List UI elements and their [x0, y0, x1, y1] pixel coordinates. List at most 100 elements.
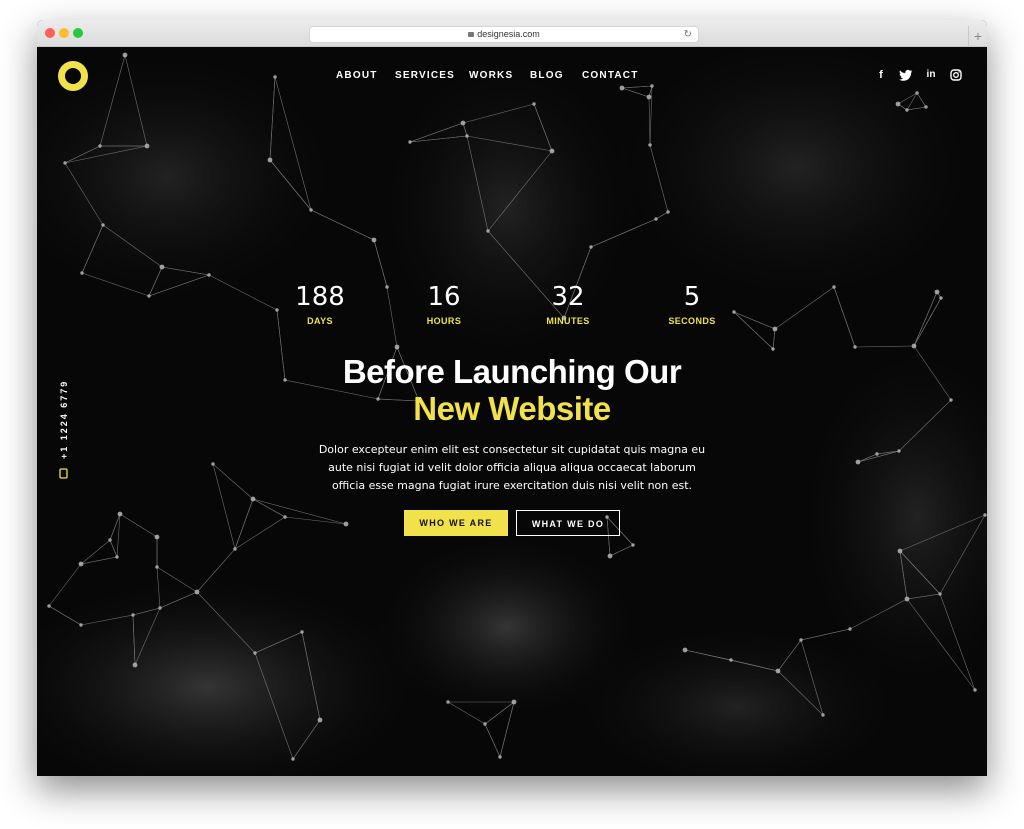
reload-icon[interactable]: ↻	[684, 27, 692, 42]
network-node	[915, 91, 919, 95]
network-node	[853, 345, 857, 349]
network-node	[924, 105, 928, 109]
nav-services[interactable]: SERVICES	[395, 70, 455, 81]
twitter-icon[interactable]	[899, 68, 913, 82]
network-node	[309, 208, 313, 212]
network-node	[631, 543, 635, 547]
network-node	[848, 627, 852, 631]
network-node	[385, 285, 389, 289]
zoom-window-button[interactable]	[73, 28, 83, 38]
url-text: designesia.com	[477, 29, 540, 39]
countdown-seconds-label: SECONDS	[668, 316, 716, 326]
address-bar[interactable]: designesia.com ↻	[309, 26, 699, 43]
network-node	[465, 134, 469, 138]
network-node	[771, 347, 775, 351]
network-node	[343, 521, 349, 527]
network-node	[155, 565, 159, 569]
nav-about[interactable]: ABOUT	[336, 70, 378, 81]
network-node	[131, 613, 135, 617]
network-node	[934, 289, 940, 295]
network-node	[775, 668, 781, 674]
hero-section: ABOUT SERVICES WORKS BLOG CONTACT f in +…	[37, 47, 987, 776]
network-node	[483, 722, 487, 726]
network-node	[911, 343, 917, 349]
nav-contact[interactable]: CONTACT	[582, 70, 639, 81]
countdown-days: 188 DAYS	[270, 282, 370, 326]
network-node	[267, 157, 273, 163]
network-node	[159, 264, 165, 270]
close-window-button[interactable]	[45, 28, 55, 38]
instagram-icon[interactable]	[949, 68, 963, 82]
phone-icon	[59, 468, 68, 479]
network-node	[207, 273, 211, 277]
network-node	[682, 647, 688, 653]
headline-line-2: New Website	[413, 390, 611, 427]
network-node	[147, 294, 151, 298]
network-node	[983, 513, 987, 517]
network-node	[589, 245, 593, 249]
network-node	[905, 108, 909, 112]
minimize-window-button[interactable]	[59, 28, 69, 38]
network-node	[108, 538, 112, 542]
network-node	[408, 140, 412, 144]
network-node	[144, 143, 150, 149]
countdown-minutes-label: MINUTES	[546, 316, 590, 326]
countdown-days-value: 188	[295, 282, 345, 312]
network-node	[666, 210, 670, 214]
network-node	[895, 101, 901, 107]
network-node	[938, 592, 942, 596]
countdown-hours-label: HOURS	[426, 316, 462, 326]
network-node	[211, 462, 215, 466]
network-node	[799, 638, 803, 642]
network-node	[904, 596, 910, 602]
network-node	[283, 515, 287, 519]
network-node	[371, 237, 377, 243]
network-node	[300, 630, 304, 634]
network-node	[158, 606, 162, 610]
network-node	[607, 553, 613, 559]
network-node	[273, 75, 277, 79]
network-node	[855, 459, 861, 465]
description-text: Dolor excepteur enim elit est consectetu…	[307, 441, 717, 495]
what-we-do-button[interactable]: WHAT WE DO	[516, 510, 620, 536]
countdown-seconds: 5 SECONDS	[642, 282, 742, 326]
countdown-hours: 16 HOURS	[394, 282, 494, 326]
network-node	[460, 120, 466, 126]
network-node	[511, 699, 517, 705]
description-line-2: aute nisi fugiat id velit dolor officia …	[328, 461, 696, 474]
network-node	[897, 548, 903, 554]
network-node	[650, 84, 654, 88]
nav-blog[interactable]: BLOG	[530, 70, 564, 81]
network-node	[821, 713, 825, 717]
network-node	[132, 662, 138, 668]
browser-titlebar: designesia.com ↻ +	[37, 20, 987, 47]
network-node	[80, 271, 84, 275]
site-logo[interactable]	[57, 60, 89, 92]
network-node	[78, 561, 84, 567]
description-line-3: officia esse magna fugiat irure exercita…	[331, 479, 693, 492]
nav-works[interactable]: WORKS	[469, 70, 513, 81]
browser-window: designesia.com ↻ + ABOUT SERVICES WORKS …	[37, 20, 987, 776]
network-node	[79, 623, 83, 627]
network-node	[939, 296, 943, 300]
countdown-hours-value: 16	[427, 282, 461, 312]
headline-line-1: Before Launching Our	[342, 353, 682, 390]
network-node	[194, 589, 200, 595]
network-node	[648, 143, 652, 147]
network-node	[47, 604, 51, 608]
network-node	[233, 547, 237, 551]
countdown-minutes: 32 MINUTES	[518, 282, 618, 326]
network-node	[317, 717, 323, 723]
facebook-icon[interactable]: f	[874, 68, 888, 82]
network-node	[154, 534, 160, 540]
network-node	[117, 511, 123, 517]
who-we-are-button[interactable]: WHO WE ARE	[404, 510, 508, 536]
network-node	[729, 658, 733, 662]
linkedin-icon[interactable]: in	[924, 68, 938, 82]
new-tab-button[interactable]: +	[968, 26, 987, 46]
countdown-days-label: DAYS	[307, 316, 333, 326]
network-node	[98, 144, 102, 148]
network-node	[394, 344, 400, 350]
countdown-minutes-value: 32	[551, 282, 585, 312]
network-node	[446, 700, 450, 704]
